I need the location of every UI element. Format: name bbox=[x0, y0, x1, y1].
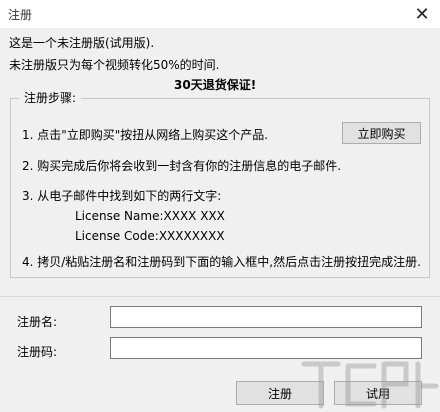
registration-name-label: 注册名: bbox=[17, 315, 58, 329]
trial-limit-notice: 未注册版只为每个视频转化50%的时间. bbox=[9, 58, 220, 72]
close-button[interactable]: ✕ bbox=[404, 0, 440, 28]
group-title: 注册步骤: bbox=[19, 91, 82, 105]
buy-now-button[interactable]: 立即购买 bbox=[342, 122, 421, 144]
title-bar: 注册 ✕ bbox=[0, 0, 440, 28]
step-4-text: 4. 拷贝/粘贴注册名和注册码到下面的输入框中,然后点击注册按扭完成注册. bbox=[22, 255, 421, 269]
register-button[interactable]: 注册 bbox=[236, 381, 324, 405]
registration-code-input[interactable] bbox=[110, 337, 422, 359]
window-title: 注册 bbox=[8, 8, 33, 22]
trial-notice: 这是一个未注册版(试用版). bbox=[9, 36, 155, 50]
license-name-sample: License Name:XXXX XXX bbox=[75, 209, 225, 223]
guarantee-text: 30天退货保证! bbox=[174, 78, 257, 92]
close-icon: ✕ bbox=[414, 3, 430, 25]
trial-button[interactable]: 试用 bbox=[334, 381, 422, 405]
step-1-text: 1. 点击"立即购买"按扭从网络上购买这个产品. bbox=[22, 128, 269, 142]
separator bbox=[0, 296, 440, 297]
step-3-text: 3. 从电子邮件中找到如下的两行文字: bbox=[22, 189, 222, 203]
license-code-sample: License Code:XXXXXXXX bbox=[75, 229, 225, 243]
step-2-text: 2. 购买完成后你将会收到一封含有你的注册信息的电子邮件. bbox=[22, 159, 342, 173]
registration-code-label: 注册码: bbox=[17, 345, 58, 359]
registration-name-input[interactable] bbox=[110, 306, 422, 328]
